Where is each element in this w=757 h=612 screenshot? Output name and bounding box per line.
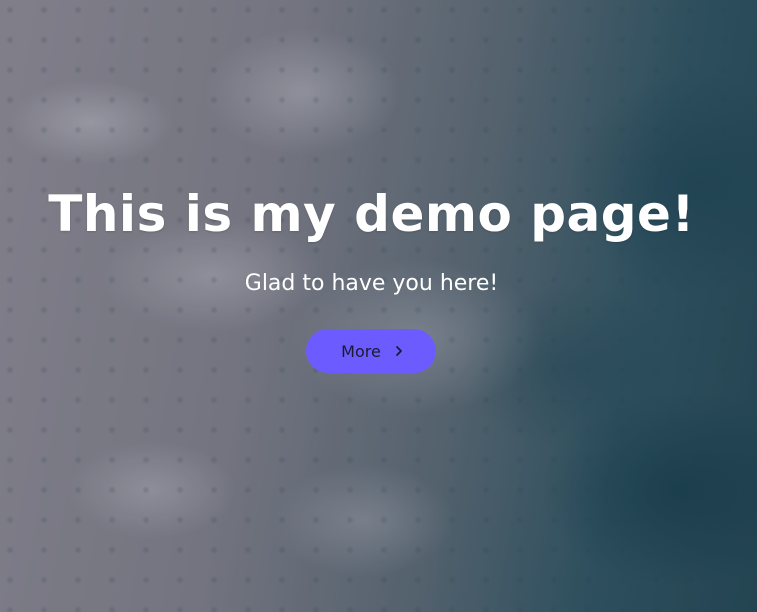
page-subtitle: Glad to have you here! — [244, 271, 499, 296]
chevron-right-icon — [393, 345, 405, 357]
page-title: This is my demo page! — [48, 185, 695, 243]
more-button[interactable]: More — [306, 329, 436, 373]
more-button-label: More — [341, 341, 381, 361]
hero-section: This is my demo page! Glad to have you h… — [0, 0, 757, 612]
hero-content: This is my demo page! Glad to have you h… — [0, 0, 757, 612]
